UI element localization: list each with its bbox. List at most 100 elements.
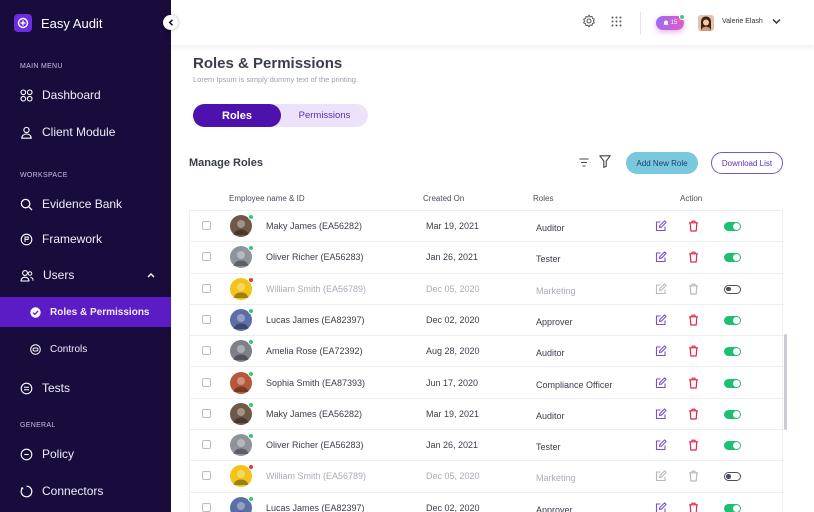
edit-icon[interactable] [655,220,667,232]
delete-icon[interactable] [688,377,699,389]
sidebar-item-label: Users [43,268,75,282]
filter-icon[interactable] [599,155,611,168]
scrollbar[interactable] [784,334,787,430]
active-toggle[interactable] [724,222,741,231]
sidebar-item-label: Evidence Bank [42,197,123,211]
row-checkbox[interactable] [202,252,211,262]
edit-icon[interactable] [655,502,667,512]
created-date: Jan 26, 2021 [426,440,479,451]
status-indicator [248,214,254,220]
table-row: Oliver Richer (EA56283) Jan 26, 2021 Teste… [190,242,784,274]
delete-icon[interactable] [688,220,699,232]
users-icon [20,269,34,282]
apps-grid-icon[interactable] [611,16,622,27]
delete-icon[interactable] [688,345,699,357]
sidebar-item-controls[interactable]: Controls [0,334,171,364]
active-toggle[interactable] [724,284,741,294]
active-toggle[interactable] [724,472,741,482]
sidebar-item-framework[interactable]: Framework [0,225,171,253]
sidebar-item-label: Policy [42,447,75,461]
sidebar-item-connectors[interactable]: Connectors [0,477,171,505]
settings-icon[interactable] [582,14,596,28]
edit-icon[interactable] [655,345,667,357]
edit-icon[interactable] [655,439,667,451]
tab-roles[interactable]: Roles [193,104,281,127]
sidebar-item-evidence-bank[interactable]: Evidence Bank [0,190,171,218]
brand[interactable]: Easy Audit [14,14,102,32]
row-checkbox[interactable] [202,471,211,481]
toggle-knob [726,286,731,292]
delete-icon[interactable] [688,408,699,420]
chevron-up-icon[interactable] [147,272,155,278]
delete-icon[interactable] [688,470,699,482]
column-header-created: Created On [423,194,465,203]
sidebar-item-policy[interactable]: Policy [0,440,171,468]
delete-icon[interactable] [688,283,699,295]
row-checkbox[interactable] [202,408,211,418]
delete-icon[interactable] [688,439,699,451]
status-indicator [248,495,254,502]
sidebar-item-roles-permissions[interactable]: Roles & Permissions [0,297,171,327]
status-indicator [248,307,254,314]
status-indicator [248,276,254,283]
edit-icon[interactable] [655,470,667,482]
active-toggle[interactable] [724,503,741,512]
sidebar-item-dashboard[interactable]: Dashboard [0,81,171,109]
sidebar-item-users[interactable]: Users [0,261,171,289]
role-name: Marketing [536,473,576,484]
sidebar-item-label: Connectors [42,484,104,498]
add-new-role-button[interactable]: Add New Role [626,152,698,174]
toggle-knob [733,379,740,387]
section-general: GENERAL [20,422,56,429]
status-indicator [248,433,254,440]
row-checkbox[interactable] [202,440,211,450]
employee-name: Amelia Rose (EA72392) [266,346,363,357]
row-checkbox[interactable] [202,314,211,324]
row-checkbox[interactable] [202,221,211,230]
table-row: Maky James (EA56282) Mar 19, 2021 Auditor [190,399,784,431]
tab-permissions[interactable]: Permissions [281,104,368,127]
active-toggle[interactable] [724,441,741,451]
row-checkbox[interactable] [202,502,211,512]
column-header-name: Employee name & ID [229,194,305,203]
created-date: Aug 28, 2020 [426,346,480,357]
toggle-knob [733,348,740,356]
active-toggle[interactable] [724,409,741,419]
status-indicator [248,370,254,377]
sidebar-item-tests[interactable]: Tests [0,374,171,402]
employee-name: Oliver Richer (EA56283) [266,252,364,263]
row-checkbox[interactable] [202,346,211,356]
user-name[interactable]: Valerie Elash [722,18,763,25]
column-header-action: Action [680,194,703,203]
edit-icon[interactable] [655,314,667,326]
edit-icon[interactable] [655,251,667,263]
delete-icon[interactable] [688,502,699,512]
delete-icon[interactable] [688,314,699,326]
delete-icon[interactable] [688,251,699,263]
active-toggle[interactable] [724,378,741,388]
created-date: Jan 26, 2021 [426,252,479,263]
chevron-left-icon [168,19,173,26]
created-date: Mar 19, 2021 [426,221,480,231]
sort-icon[interactable] [579,158,589,167]
tabs: Roles Permissions [193,104,368,127]
active-toggle[interactable] [724,253,741,263]
edit-icon[interactable] [655,408,667,420]
download-list-button[interactable]: Download List [711,152,783,174]
table-row: Maky James (EA56282) Mar 19, 2021 Auditor [190,211,784,243]
toggle-knob [733,442,740,450]
active-toggle[interactable] [724,315,741,325]
created-date: Jun 17, 2020 [426,377,479,388]
row-checkbox[interactable] [202,283,211,293]
row-checkbox[interactable] [202,377,211,387]
edit-icon[interactable] [655,376,667,389]
notification-count: 15 [670,20,678,26]
sidebar-item-client-module[interactable]: Client Module [0,118,171,146]
edit-icon[interactable] [655,282,667,295]
active-toggle[interactable] [724,347,741,357]
check-circle-icon [30,306,41,318]
user-avatar[interactable] [698,15,714,31]
collapse-sidebar-button[interactable] [163,15,178,30]
status-indicator [248,464,254,471]
chevron-down-icon[interactable] [772,18,781,25]
